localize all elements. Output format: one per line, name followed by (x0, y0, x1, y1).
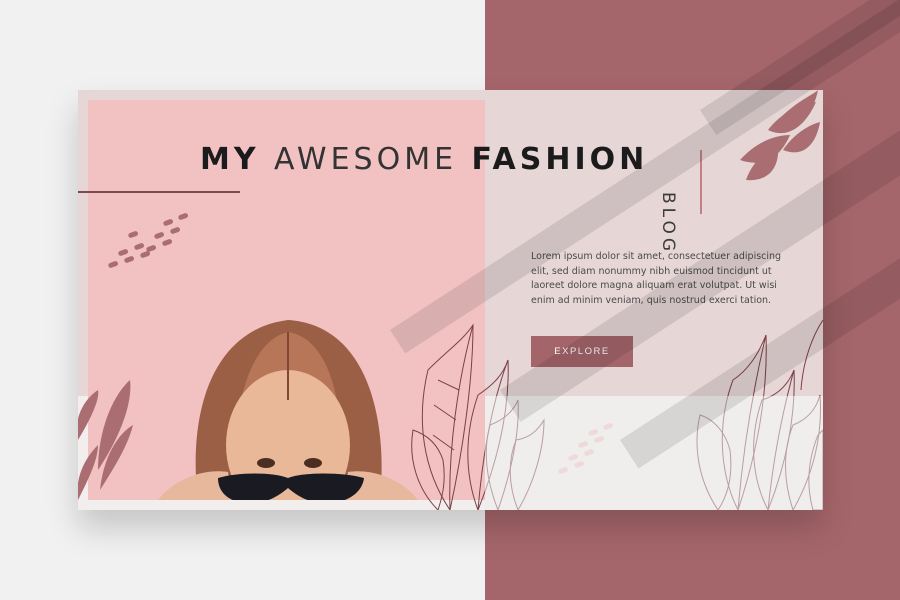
title-word-my: MY (200, 142, 260, 177)
blog-banner-card: MY AWESOME FASHION BLOG Lorem ipsum dolo… (78, 90, 823, 510)
intro-paragraph: Lorem ipsum dolor sit amet, consectetuer… (531, 251, 782, 306)
blog-accent-bar (700, 150, 702, 214)
title-divider (78, 191, 240, 193)
leaf-cluster-icon (740, 90, 820, 181)
title-side-blog: BLOG (658, 192, 678, 256)
page-title: MY AWESOME FASHION (200, 142, 648, 177)
leaf-cluster-icon (78, 380, 133, 500)
dot-pattern-icon (108, 213, 189, 268)
title-word-awesome: AWESOME (274, 142, 458, 177)
title-word-fashion: FASHION (471, 142, 649, 177)
explore-button[interactable]: EXPLORE (531, 336, 633, 367)
